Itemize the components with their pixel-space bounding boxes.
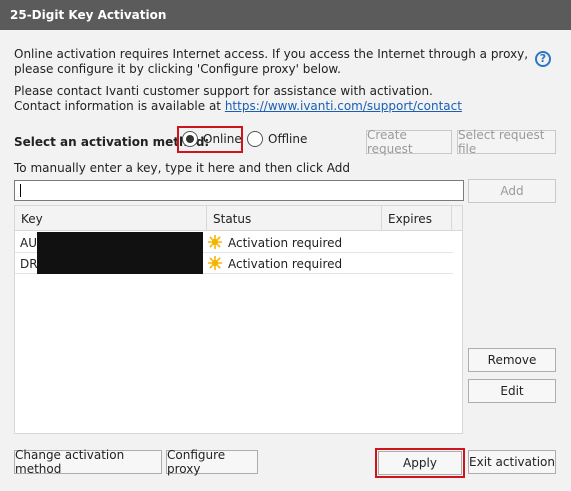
status-text: Activation required	[228, 236, 343, 250]
online-radio-label: Online	[203, 132, 242, 146]
table-row[interactable]: DR Activation required	[15, 253, 453, 274]
column-status[interactable]: Status	[207, 206, 382, 231]
contact-prefix: Contact information is available at	[14, 99, 225, 113]
contact-line: Contact information is available at http…	[14, 99, 462, 113]
configure-proxy-button[interactable]: Configure proxy	[166, 448, 258, 476]
key-prefix: DR	[20, 257, 38, 271]
table-row[interactable]: AU Activation required	[15, 232, 453, 253]
select-request-file-button[interactable]: Select request file	[457, 128, 556, 156]
support-link[interactable]: https://www.ivanti.com/support/contact	[225, 99, 462, 113]
redacted-key	[37, 253, 203, 274]
text-caret	[20, 184, 21, 197]
warning-icon	[208, 256, 222, 270]
offline-radio[interactable]: Offline	[247, 131, 307, 147]
intro-line-1: Online activation requires Internet acce…	[14, 47, 529, 61]
apply-button[interactable]: Apply	[375, 448, 465, 478]
window-title: 25-Digit Key Activation	[0, 0, 571, 30]
key-input[interactable]	[14, 180, 464, 201]
help-icon[interactable]: ?	[535, 51, 551, 67]
warning-icon	[208, 235, 222, 249]
offline-radio-circle	[247, 131, 263, 147]
edit-button[interactable]: Edit	[468, 379, 556, 403]
redacted-key	[37, 232, 203, 253]
remove-button[interactable]: Remove	[468, 348, 556, 372]
offline-radio-label: Offline	[268, 132, 308, 146]
change-activation-method-button[interactable]: Change activation method	[14, 448, 162, 476]
activation-panel: Online activation requires Internet acce…	[0, 30, 571, 491]
key-prefix: AU	[20, 236, 37, 250]
status-text: Activation required	[228, 257, 343, 271]
create-request-button[interactable]: Create request	[366, 128, 452, 156]
exit-activation-button[interactable]: Exit activation	[468, 450, 556, 474]
keys-table: Key Status Expires AU Activation require…	[14, 205, 463, 434]
intro-line-3: Please contact Ivanti customer support f…	[14, 84, 433, 98]
column-key[interactable]: Key	[15, 206, 207, 231]
column-expires[interactable]: Expires	[382, 206, 452, 231]
add-button[interactable]: Add	[468, 179, 556, 203]
online-radio-circle	[182, 131, 198, 147]
manual-instruction: To manually enter a key, type it here an…	[14, 161, 350, 175]
intro-line-2: please configure it by clicking 'Configu…	[14, 62, 341, 76]
radio-selected-dot	[186, 135, 194, 143]
online-radio[interactable]: Online	[182, 131, 242, 147]
table-header: Key Status Expires	[15, 206, 462, 231]
